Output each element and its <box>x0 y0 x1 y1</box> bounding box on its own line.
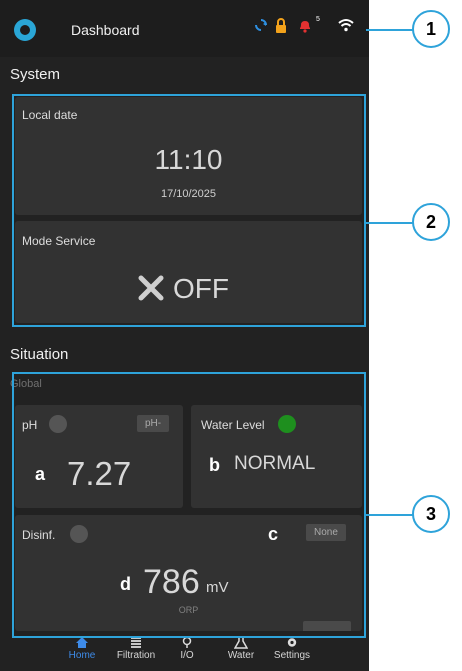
notification-count: 5 <box>316 16 320 23</box>
nav-water-label: Water <box>227 650 255 661</box>
leader-line-3 <box>366 514 413 516</box>
nav-home-label: Home <box>68 650 96 661</box>
top-app-bar: Dashboard 5 <box>0 0 369 57</box>
section-title-situation: Situation <box>10 346 69 363</box>
sync-icon[interactable] <box>254 18 268 32</box>
nav-filtration[interactable]: Filtration <box>110 636 162 661</box>
wifi-icon[interactable] <box>338 18 354 32</box>
nav-water[interactable]: Water <box>224 636 258 661</box>
bell-icon[interactable] <box>298 18 312 33</box>
nav-home[interactable]: Home <box>64 636 100 661</box>
lock-icon[interactable] <box>275 18 287 33</box>
nav-settings-label: Settings <box>273 650 311 661</box>
highlight-frame-situation <box>12 372 366 638</box>
nav-settings[interactable]: Settings <box>269 636 315 661</box>
callout-3: 3 <box>412 495 450 533</box>
callout-1: 1 <box>412 10 450 48</box>
callout-2: 2 <box>412 203 450 241</box>
section-title-system: System <box>10 66 61 83</box>
app-logo[interactable] <box>14 19 36 41</box>
highlight-frame-system <box>12 94 366 327</box>
leader-line-2 <box>366 222 413 224</box>
nav-io-label: I/O <box>180 650 194 661</box>
nav-filtration-label: Filtration <box>116 650 156 661</box>
leader-line-1 <box>366 29 413 31</box>
page-title: Dashboard <box>71 22 140 38</box>
nav-io[interactable]: I/O <box>174 636 200 661</box>
